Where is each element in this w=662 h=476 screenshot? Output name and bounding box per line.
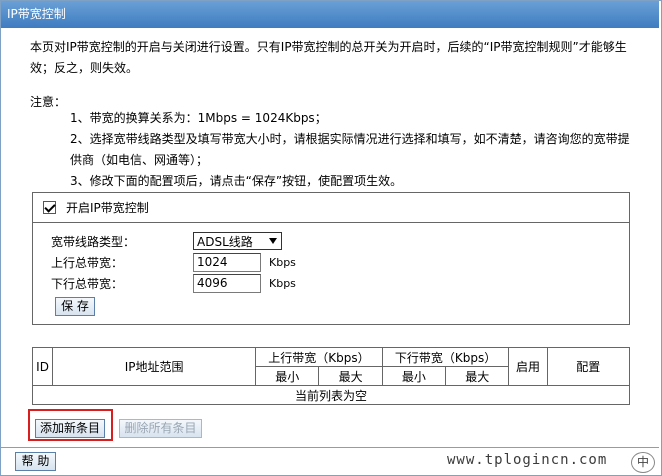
upload-unit: Kbps — [269, 255, 296, 269]
col-upload: 上行带宽（Kbps） — [255, 347, 383, 367]
delete-all-button[interactable]: 删除所有条目 — [119, 419, 202, 438]
download-input[interactable]: 4096 — [193, 273, 261, 293]
note-item: 2、选择宽带线路类型及填写带宽大小时，请根据实际情况进行选择和填写，如不清楚，请… — [70, 132, 630, 167]
table-header-row: ID IP地址范围 上行带宽（Kbps） 下行带宽（Kbps） 启用 配置 — [31, 347, 631, 386]
enable-checkbox[interactable] — [43, 201, 56, 214]
bandwidth-settings-panel: 开启IP带宽控制 宽带线路类型： ADSL线路 上行总带宽： 1024 Kbps… — [32, 192, 630, 325]
table-empty-row: 当前列表为空 — [32, 385, 630, 405]
help-button[interactable]: 帮 助 — [15, 452, 56, 471]
line-type-select[interactable]: ADSL线路 — [193, 232, 282, 250]
note-item: 1、带宽的换算关系为：1Mbps = 1024Kbps； — [70, 111, 327, 125]
upload-input[interactable]: 1024 — [193, 252, 261, 272]
enable-row: 开启IP带宽控制 — [33, 193, 629, 223]
watermark-badge: 中 — [631, 452, 655, 473]
enable-label: 开启IP带宽控制 — [66, 201, 149, 215]
chevron-down-icon — [269, 238, 277, 244]
col-download: 下行带宽（Kbps） — [381, 347, 510, 367]
download-unit: Kbps — [269, 276, 296, 290]
page-description: 本页对IP带宽控制的开启与关闭进行设置。只有IP带宽控制的总开关为开启时，后续的… — [30, 40, 627, 75]
note-item: 3、修改下面的配置项后，请点击“保存”按钮，使配置项生效。 — [70, 174, 403, 188]
bandwidth-rules-table: ID IP地址范围 上行带宽（Kbps） 下行带宽（Kbps） 启用 配置 最小… — [31, 347, 631, 405]
empty-list-text: 当前列表为空 — [32, 385, 630, 405]
line-type-value: ADSL线路 — [197, 234, 253, 249]
col-id: ID — [31, 347, 54, 386]
col-upload-max: 最大 — [318, 366, 383, 386]
add-entry-button[interactable]: 添加新条目 — [35, 419, 105, 438]
watermark-text: www.tplogincn.com — [447, 452, 608, 468]
download-row: 下行总带宽： 4096 Kbps — [51, 273, 296, 293]
line-type-label: 宽带线路类型： — [51, 234, 136, 249]
download-label: 下行总带宽： — [51, 276, 124, 291]
upload-label: 上行总带宽： — [51, 255, 124, 270]
col-enable: 启用 — [508, 347, 548, 386]
save-button[interactable]: 保 存 — [55, 297, 95, 316]
col-download-min: 最小 — [381, 366, 447, 386]
col-download-max: 最大 — [445, 366, 510, 386]
page-title: IP带宽控制 — [1, 1, 659, 28]
col-ip-range: IP地址范围 — [52, 347, 257, 386]
col-config: 配置 — [546, 347, 631, 386]
upload-row: 上行总带宽： 1024 Kbps — [51, 252, 296, 272]
line-type-row: 宽带线路类型： ADSL线路 — [51, 231, 282, 251]
notes-list: 1、带宽的换算关系为：1Mbps = 1024Kbps； 2、选择宽带线路类型及… — [70, 108, 640, 192]
notes-title: 注意： — [30, 95, 67, 109]
col-upload-min: 最小 — [255, 366, 320, 386]
